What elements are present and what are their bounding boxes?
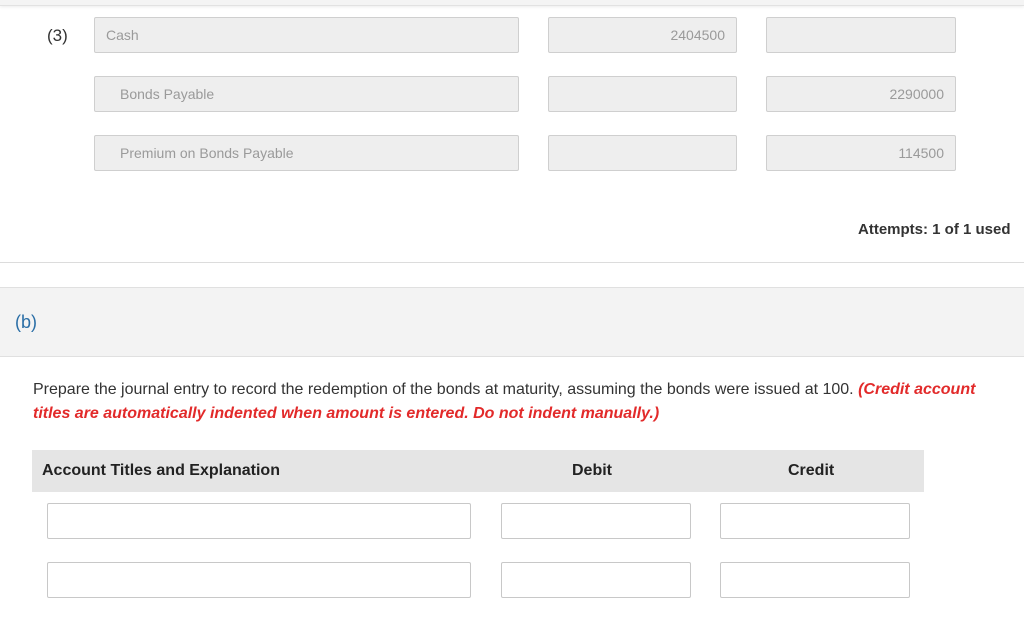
account-field-readonly: Premium on Bonds Payable (94, 135, 519, 171)
account-field-readonly: Bonds Payable (94, 76, 519, 112)
credit-field-readonly (766, 17, 956, 53)
column-header-account: Account Titles and Explanation (42, 462, 280, 479)
debit-field-readonly: 2404500 (548, 17, 737, 53)
credit-input[interactable] (720, 503, 910, 539)
journal-table-header: Account Titles and Explanation Debit Cre… (32, 450, 924, 492)
credit-field-readonly: 114500 (766, 135, 956, 171)
instructions-text: Prepare the journal entry to record the … (33, 381, 854, 398)
debit-input[interactable] (501, 562, 691, 598)
question-instructions: Prepare the journal entry to record the … (33, 378, 1003, 426)
column-header-debit: Debit (572, 462, 612, 479)
debit-input[interactable] (501, 503, 691, 539)
top-divider (0, 0, 1024, 6)
part-b-label: (b) (15, 312, 37, 332)
column-header-credit: Credit (788, 462, 835, 479)
attempts-counter: Attempts: 1 of 1 used (858, 221, 1011, 238)
debit-field-readonly (548, 135, 737, 171)
debit-field-readonly (548, 76, 737, 112)
credit-field-readonly: 2290000 (766, 76, 956, 112)
account-field-readonly: Cash (94, 17, 519, 53)
credit-input[interactable] (720, 562, 910, 598)
part-a-section: (3) Cash 2404500 Bonds Payable 2290000 P… (0, 0, 1024, 263)
account-title-input[interactable] (47, 562, 471, 598)
part-b-header: (b) (0, 287, 1024, 357)
account-title-input[interactable] (47, 503, 471, 539)
entry-number-label: (3) (47, 26, 68, 45)
